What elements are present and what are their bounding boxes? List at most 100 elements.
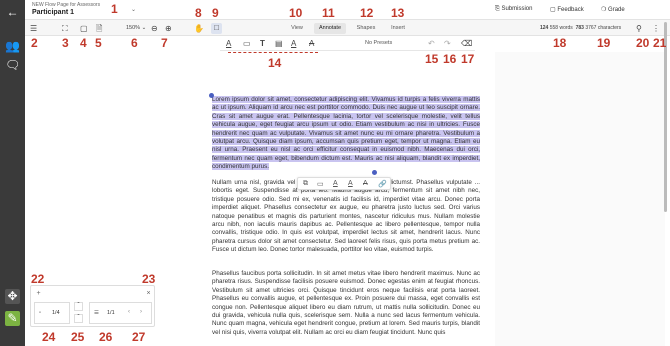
zoom-value: 150% — [126, 25, 141, 31]
marker-14: 14 — [268, 56, 282, 70]
assessor-subtitle: NEW Flow Page for Assessors — [32, 2, 101, 8]
marker-20: 20 — [636, 36, 650, 50]
paragraph-3: Phasellus faucibus porta sollicitudin. I… — [212, 270, 480, 336]
tab-annotate[interactable]: Annotate — [314, 23, 346, 34]
zoom-select[interactable]: 150% ⌄ — [126, 25, 146, 31]
marker-22: 22 — [31, 272, 45, 286]
marker-21: 21 — [653, 36, 667, 50]
zoom-in-icon[interactable]: ⊕ — [165, 24, 172, 34]
words-total: 558 words — [549, 25, 573, 31]
paragraph-2: Nullam urna nisl, gravida vel ... ex. In… — [212, 179, 480, 254]
select-tool-icon[interactable]: □ — [211, 23, 222, 34]
redo-icon[interactable]: ↷ — [444, 39, 451, 49]
pan-hand-icon[interactable]: ✋ — [194, 24, 204, 34]
copy-icon[interactable]: ⧉ — [303, 180, 308, 188]
app-root: ← 👥 🗨 ✥ ✎ NEW Flow Page for Assessors Pa… — [0, 0, 670, 346]
paragraph-selected[interactable]: Lorem ipsum dolor sit amet, consectetur … — [212, 96, 480, 172]
plus-icon[interactable]: + — [34, 289, 43, 298]
menu-icon[interactable]: ☰ — [30, 24, 37, 34]
marker-13: 13 — [391, 6, 405, 20]
move-icon[interactable]: ✥ — [5, 289, 20, 304]
marker-23: 23 — [142, 272, 156, 286]
page-icon: ▫ — [39, 310, 41, 316]
marker-27: 27 — [132, 330, 146, 344]
strike-popup-icon[interactable]: A — [363, 180, 368, 187]
top-bar: NEW Flow Page for Assessors Participant … — [25, 0, 670, 20]
page-b-label: 1/1 — [107, 310, 115, 316]
submission-tab[interactable]: ⎘ Submission — [495, 6, 532, 13]
underline-icon[interactable]: A — [291, 39, 296, 49]
text-tool-icon[interactable]: T — [260, 39, 265, 49]
underline-popup-icon[interactable]: A — [348, 180, 353, 187]
marker-6: 6 — [131, 36, 138, 50]
participant-select[interactable]: Participant 1 — [32, 9, 74, 16]
marker-1: 1 — [111, 2, 118, 16]
page-a-label: 1/4 — [52, 310, 60, 316]
fit-page-icon[interactable]: ⛶ — [62, 24, 68, 34]
marker-19: 19 — [597, 36, 611, 50]
marker-5: 5 — [95, 36, 102, 50]
grade-label: Grade — [608, 7, 625, 13]
page-up-icon[interactable]: ˆ — [74, 302, 83, 311]
marker-7: 7 — [161, 36, 168, 50]
back-arrow-icon[interactable]: ← — [5, 5, 20, 20]
selection-end-handle[interactable] — [372, 170, 377, 175]
selection-start-handle[interactable] — [209, 93, 214, 98]
chars-selected: 783 — [575, 25, 584, 31]
list-icon: ☰ — [94, 310, 99, 316]
comment-icon[interactable]: ▤ — [275, 39, 283, 49]
words-selected: 124 — [540, 25, 549, 31]
strikethrough-icon[interactable]: A — [309, 39, 314, 49]
link-icon[interactable]: 🔗 — [378, 180, 387, 188]
tab-view[interactable]: View — [286, 23, 308, 34]
annotation-format-bar — [220, 36, 475, 51]
more-vertical-icon[interactable]: ⋮ — [652, 24, 660, 34]
marker-15: 15 — [425, 52, 439, 66]
edit-icon[interactable]: ✎ — [5, 311, 20, 326]
prev-page-icon[interactable]: ‹ — [128, 309, 130, 315]
marker-24: 24 — [42, 330, 56, 344]
document-margin — [495, 52, 665, 346]
highlight-icon[interactable]: ▭ — [243, 39, 251, 49]
chevron-down-icon[interactable]: ⌄ — [131, 6, 136, 13]
marker-12: 12 — [360, 6, 374, 20]
users-icon[interactable]: 👥 — [5, 39, 20, 54]
marker-25: 25 — [71, 330, 85, 344]
marker-3: 3 — [62, 36, 69, 50]
single-page-icon[interactable]: ▢ — [80, 24, 88, 34]
undo-icon[interactable]: ↶ — [428, 39, 435, 49]
tab-shapes[interactable]: Shapes — [352, 23, 380, 34]
zoom-out-icon[interactable]: ⊖ — [151, 24, 158, 34]
document-icon[interactable]: 🗎 — [96, 24, 102, 34]
marker-9: 9 — [212, 6, 219, 20]
marker-26: 26 — [99, 330, 113, 344]
vertical-scrollbar[interactable] — [664, 22, 667, 212]
text-color-icon[interactable]: A — [226, 39, 231, 49]
marker-18: 18 — [553, 36, 567, 50]
marker-10: 10 — [289, 6, 303, 20]
marker-17: 17 — [461, 52, 475, 66]
chat-icon[interactable]: 🗨 — [5, 58, 20, 73]
close-icon[interactable]: × — [144, 289, 153, 298]
search-icon[interactable]: ⚲ — [636, 24, 642, 34]
tab-insert[interactable]: Insert — [386, 23, 410, 34]
page-counter-a: ▫ 1/4 — [34, 302, 70, 324]
word-count: 124 558 words 783 3767 characters — [540, 25, 621, 31]
marker-8: 8 — [195, 6, 202, 20]
selected-text[interactable]: Lorem ipsum dolor sit amet, consectetur … — [212, 96, 480, 171]
marker-4: 4 — [80, 36, 87, 50]
presets-dropdown[interactable]: No Presets — [365, 40, 392, 46]
pager-panel: + × ▫ 1/4 ˆ ˇ ☰ 1/1 ‹ › — [30, 285, 155, 327]
text-color-popup-icon[interactable]: A — [333, 180, 338, 187]
grade-tab[interactable]: ❍ Grade — [601, 6, 625, 13]
page-down-icon[interactable]: ˇ — [74, 314, 83, 323]
marker-11: 11 — [322, 6, 335, 20]
page-counter-b: ☰ 1/1 ‹ › — [89, 302, 152, 324]
highlight-popup-icon[interactable]: ▭ — [317, 180, 324, 188]
feedback-label: Feedback — [557, 7, 584, 13]
marker-16: 16 — [443, 52, 457, 66]
marker-2: 2 — [31, 36, 38, 50]
next-page-icon[interactable]: › — [140, 309, 142, 315]
eraser-icon[interactable]: ⌫ — [461, 39, 472, 49]
feedback-tab[interactable]: ▢ Feedback — [550, 6, 584, 13]
